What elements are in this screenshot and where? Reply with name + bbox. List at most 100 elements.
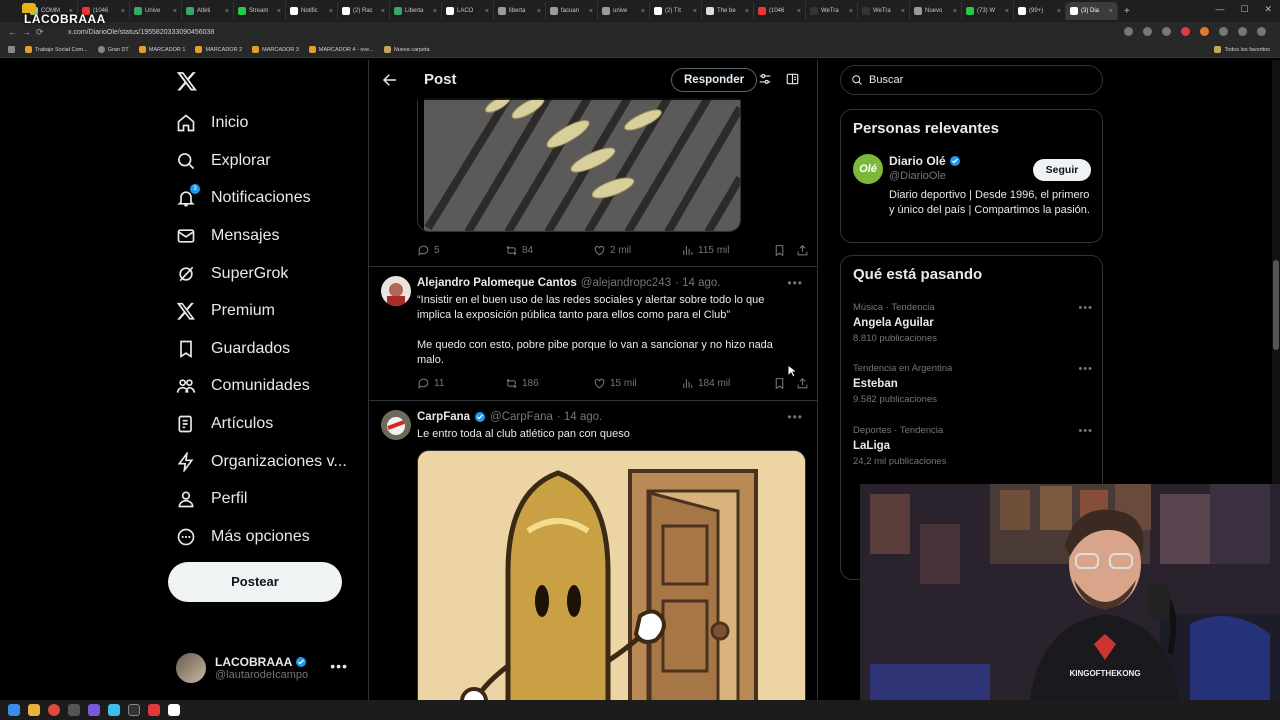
address-url[interactable]: x.com/DiarioOle/status/19558203330904560…: [68, 29, 214, 36]
new-tab-icon[interactable]: +: [1124, 6, 1130, 17]
reply-action[interactable]: 5: [417, 244, 505, 257]
retweet-action[interactable]: 84: [505, 244, 593, 257]
star-icon[interactable]: [1162, 27, 1171, 36]
browser-tab[interactable]: (2) Tít ×: [650, 2, 702, 20]
more-icon[interactable]: •••: [1078, 363, 1093, 375]
like-action[interactable]: 15 mil: [593, 377, 681, 390]
nav-item-premium[interactable]: Premium: [176, 296, 275, 326]
avatar[interactable]: [381, 410, 411, 440]
browser-tab[interactable]: Atléti ×: [182, 2, 234, 20]
tab-close-icon[interactable]: ×: [485, 8, 489, 15]
bookmark-item[interactable]: MARCADOR 4 - ove...: [308, 46, 374, 53]
menu-icon[interactable]: [1257, 27, 1266, 36]
scrollbar-thumb[interactable]: [1273, 260, 1279, 350]
trend-item[interactable]: Tendencia en Argentina Esteban 9.582 pub…: [853, 363, 1093, 405]
tweet-author-name[interactable]: Alejandro Palomeque Cantos: [417, 277, 577, 289]
zoom-icon[interactable]: [1143, 27, 1152, 36]
tweet-author-name[interactable]: CarpFana: [417, 411, 470, 423]
app-icon[interactable]: [168, 704, 180, 716]
tweet-time[interactable]: · 14 ago.: [557, 411, 602, 423]
bookmark-folder[interactable]: Nueva carpeta: [383, 46, 430, 53]
chrome-icon[interactable]: [48, 704, 60, 716]
search-box[interactable]: [840, 65, 1103, 95]
profile-icon[interactable]: [1238, 27, 1247, 36]
nav-item-mensajes[interactable]: Mensajes: [176, 221, 279, 251]
tab-close-icon[interactable]: ×: [953, 8, 957, 15]
tab-close-icon[interactable]: ×: [433, 8, 437, 15]
bookmark-item[interactable]: MARCADOR 3: [252, 46, 299, 53]
nav-item-articulos[interactable]: Artículos: [176, 409, 273, 439]
trend-item[interactable]: Música · Tendencia Angela Aguilar 8.810 …: [853, 302, 1093, 344]
nav-item-comunidades[interactable]: Comunidades: [176, 371, 310, 401]
bookmark-item[interactable]: MARCADOR 1: [138, 46, 185, 53]
maximize-icon[interactable]: ☐: [1240, 4, 1248, 15]
reply-action[interactable]: 11: [417, 377, 505, 390]
tab-close-icon[interactable]: ×: [901, 8, 905, 15]
trend-item[interactable]: Deportes · Tendencia LaLiga 24,2 mil pub…: [853, 425, 1093, 467]
tweet-time[interactable]: · 14 ago.: [675, 277, 720, 289]
filter-icon[interactable]: [758, 72, 772, 86]
tab-close-icon[interactable]: ×: [1109, 8, 1113, 15]
browser-tab[interactable]: (73) W ×: [962, 2, 1014, 20]
browser-tab[interactable]: (3) Dia ×: [1066, 2, 1118, 20]
nav-item-mas-opciones[interactable]: Más opciones: [176, 522, 310, 552]
tab-close-icon[interactable]: ×: [121, 8, 125, 15]
avatar[interactable]: [381, 276, 411, 306]
bookmark-item[interactable]: Gran DT: [97, 46, 129, 53]
bookmark-icon[interactable]: [773, 244, 786, 257]
tab-close-icon[interactable]: ×: [329, 8, 333, 15]
close-icon[interactable]: ✕: [1264, 4, 1272, 15]
browser-tab[interactable]: facuan ×: [546, 2, 598, 20]
browser-tab[interactable]: Nuevo ×: [910, 2, 962, 20]
apps-icon[interactable]: [8, 46, 15, 53]
reply-button[interactable]: Responder: [671, 68, 758, 92]
post-button[interactable]: Postear: [168, 562, 342, 602]
tweet-author-handle[interactable]: @CarpFana: [490, 411, 553, 423]
more-icon[interactable]: •••: [787, 410, 803, 424]
profile-handle[interactable]: @DiarioOle: [889, 170, 946, 182]
extensions-icon[interactable]: [1219, 27, 1228, 36]
back-arrow-icon[interactable]: [381, 71, 399, 89]
browser-tab[interactable]: Stream ×: [234, 2, 286, 20]
profile-name[interactable]: Diario Olé: [889, 154, 946, 168]
x-logo-icon[interactable]: [176, 70, 198, 92]
start-icon[interactable]: [8, 704, 20, 716]
bookmark-item[interactable]: MARCADOR 2: [195, 46, 242, 53]
nav-arrows-icon[interactable]: ← → ⟳: [8, 27, 68, 38]
extension-red-icon[interactable]: [1181, 27, 1190, 36]
tab-close-icon[interactable]: ×: [381, 8, 385, 15]
browser-tab[interactable]: unive ×: [598, 2, 650, 20]
tab-close-icon[interactable]: ×: [1057, 8, 1061, 15]
app-icon[interactable]: [128, 704, 140, 716]
nav-item-organizaciones[interactable]: Organizaciones v...: [176, 447, 347, 477]
minimize-icon[interactable]: —: [1215, 4, 1224, 15]
nav-item-notificaciones[interactable]: 3 Notificaciones: [176, 183, 311, 213]
more-icon[interactable]: •••: [1078, 425, 1093, 437]
tab-close-icon[interactable]: ×: [797, 8, 801, 15]
app-icon[interactable]: [148, 704, 160, 716]
folder-icon[interactable]: [28, 704, 40, 716]
tab-close-icon[interactable]: ×: [537, 8, 541, 15]
browser-tab[interactable]: Notific ×: [286, 2, 338, 20]
views-action[interactable]: 115 mil: [681, 244, 769, 257]
browser-tab[interactable]: LACO ×: [442, 2, 494, 20]
browser-tab[interactable]: (2) Rac ×: [338, 2, 390, 20]
tab-close-icon[interactable]: ×: [745, 8, 749, 15]
app-icon[interactable]: [68, 704, 80, 716]
browser-tab[interactable]: liberta ×: [494, 2, 546, 20]
tab-close-icon[interactable]: ×: [1005, 8, 1009, 15]
search-input[interactable]: [869, 74, 1089, 86]
nav-item-guardados[interactable]: Guardados: [176, 334, 290, 364]
follow-button[interactable]: Seguir: [1033, 159, 1091, 181]
cast-icon[interactable]: [1124, 27, 1133, 36]
app-icon[interactable]: [108, 704, 120, 716]
browser-tab[interactable]: WeTra ×: [858, 2, 910, 20]
account-switcher[interactable]: LACOBRAAA @lautarodeIcampo •••: [176, 650, 360, 686]
tab-close-icon[interactable]: ×: [173, 8, 177, 15]
share-icon[interactable]: [796, 377, 809, 390]
tab-close-icon[interactable]: ×: [277, 8, 281, 15]
nav-item-perfil[interactable]: Perfil: [176, 484, 247, 514]
nav-item-explorar[interactable]: Explorar: [176, 146, 271, 176]
avatar[interactable]: Olé: [853, 154, 883, 184]
tweet-image[interactable]: [417, 98, 741, 232]
